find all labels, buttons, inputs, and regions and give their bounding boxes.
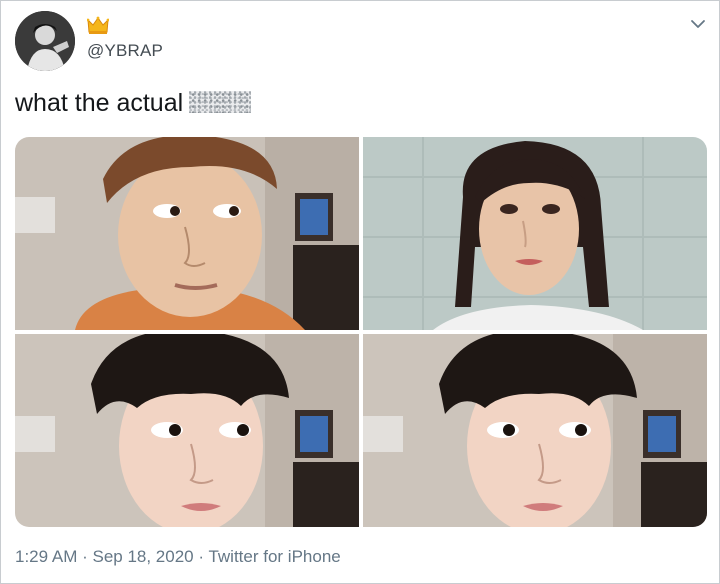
tweet-card: @YBRAP what the actual 1:29 AM · Sep 18,…: [0, 0, 720, 584]
media-photo-1[interactable]: [15, 137, 359, 330]
edited-selfie-photo: [363, 334, 707, 527]
tweet-text: what the actual: [15, 89, 252, 118]
tweet-time[interactable]: 1:29 AM: [15, 547, 77, 566]
woman-portrait-photo: [363, 137, 707, 330]
meta-separator: ·: [193, 547, 209, 566]
media-photo-3[interactable]: [15, 334, 359, 527]
author-handle[interactable]: @YBRAP: [87, 41, 163, 61]
edited-selfie-photo: [15, 334, 359, 527]
crown-icon: [87, 16, 109, 34]
chevron-down-icon[interactable]: [689, 17, 707, 31]
tweet-meta: 1:29 AM · Sep 18, 2020 · Twitter for iPh…: [15, 547, 341, 567]
avatar-image: [15, 11, 75, 71]
avatar[interactable]: [15, 11, 75, 71]
tweet-source[interactable]: Twitter for iPhone: [208, 547, 340, 566]
media-grid: [15, 137, 707, 527]
media-photo-4[interactable]: [363, 334, 707, 527]
tweet-date[interactable]: Sep 18, 2020: [92, 547, 193, 566]
censored-word: [189, 91, 252, 113]
tweet-text-body: what the actual: [15, 89, 184, 117]
man-selfie-photo: [15, 137, 359, 330]
media-photo-2[interactable]: [363, 137, 707, 330]
meta-separator: ·: [77, 547, 93, 566]
